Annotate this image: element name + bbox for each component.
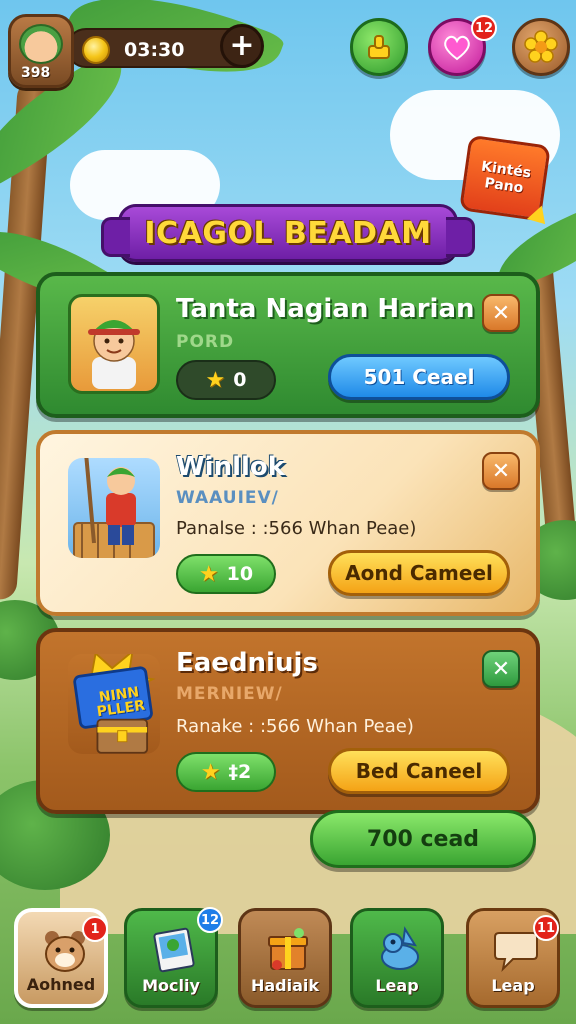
- nav-label: Hadiaik: [250, 976, 320, 995]
- star-reward: ★ ‡2: [176, 752, 276, 792]
- card-title: Winllok: [176, 452, 286, 482]
- close-icon[interactable]: ✕: [482, 294, 520, 332]
- nav-badge: 1: [82, 916, 108, 942]
- nav-item-leap-chat[interactable]: 11 Leap: [466, 908, 560, 1008]
- star-reward: ★ 10: [176, 554, 276, 594]
- farmer-portrait-icon: [88, 320, 140, 389]
- promo-label: Kintés Pano: [480, 158, 533, 197]
- nav-badge: 12: [197, 907, 223, 933]
- title-banner: ICAGOL BEADAM: [101, 204, 475, 262]
- star-count: 10: [226, 563, 254, 585]
- card-subtitle: PORD: [176, 332, 235, 352]
- star-count: ‡2: [228, 761, 252, 783]
- quest-card-eaedniujs: NINN PLLER Eaedniujs MERNIEW/ Ranake : :…: [36, 628, 540, 814]
- card-thumbnail: NINN PLLER: [68, 654, 160, 754]
- blue-creature-icon: [381, 926, 419, 970]
- avatar-icon: [19, 24, 63, 64]
- close-icon[interactable]: ✕: [482, 452, 520, 490]
- player-level: 398: [21, 65, 51, 81]
- card-action-button[interactable]: Aond Cameel: [328, 550, 510, 596]
- settings-button[interactable]: [512, 18, 570, 76]
- card-subtitle: MERNIEW/: [176, 684, 283, 704]
- close-icon[interactable]: ✕: [482, 650, 520, 688]
- star-count: 0: [233, 369, 247, 391]
- player-avatar[interactable]: 398: [8, 14, 74, 88]
- nav-label: Leap: [375, 976, 419, 995]
- thumbs-up-icon: [368, 35, 390, 59]
- star-icon: ★: [200, 759, 221, 785]
- nav-item-leap[interactable]: Leap: [350, 908, 444, 1008]
- nav-badge: 11: [533, 915, 559, 941]
- nav-item-mocliy[interactable]: 12 Mocliy: [124, 907, 223, 1008]
- collect-button[interactable]: 700 cead: [310, 810, 536, 868]
- card-description: Panalse : :566 Whan Peae): [176, 518, 417, 539]
- page-title: ICAGOL BEADAM: [144, 215, 432, 251]
- photo-card-icon: [153, 927, 195, 973]
- nav-item-hadiaik[interactable]: Hadiaik: [238, 908, 332, 1008]
- coin-icon: [82, 36, 110, 64]
- card-title: Tanta Nagian Harian: [176, 294, 475, 324]
- messages-badge: 12: [471, 15, 497, 41]
- star-reward: ★ 0: [176, 360, 276, 400]
- card-thumbnail: [68, 294, 160, 394]
- nav-item-aohned[interactable]: 1 Aohned: [14, 908, 108, 1008]
- card-description: Ranake : :566 Whan Peae): [176, 716, 414, 737]
- coin-value: 03:30: [124, 39, 185, 61]
- flower-gear-icon: [524, 30, 558, 63]
- add-coins-button[interactable]: +: [220, 24, 264, 68]
- card-thumbnail: [68, 458, 160, 558]
- star-icon: ★: [198, 561, 219, 587]
- card-title: Eaedniujs: [176, 648, 318, 678]
- gift-box-icon: [268, 928, 308, 970]
- nav-label: Leap: [491, 976, 535, 995]
- nav-label: Aohned: [26, 975, 96, 994]
- heart-chat-icon: [444, 35, 470, 61]
- quest-card-daily: Tanta Nagian Harian PORD ★ 0 501 Ceael ✕: [36, 272, 540, 418]
- card-subtitle: WAAUIEV/: [176, 488, 279, 508]
- messages-button[interactable]: 12: [428, 15, 497, 76]
- promo-sign[interactable]: Kintés Pano: [459, 134, 553, 231]
- card-action-button[interactable]: Bed Caneel: [328, 748, 510, 794]
- star-icon: ★: [205, 367, 226, 393]
- nav-label: Mocliy: [142, 976, 200, 995]
- card-action-button[interactable]: 501 Ceael: [328, 354, 510, 400]
- like-button[interactable]: [350, 18, 408, 76]
- boy-on-raft-icon: [73, 458, 155, 558]
- quest-card-winllok: Winllok WAAUIEV/ Panalse : :566 Whan Pea…: [36, 430, 540, 616]
